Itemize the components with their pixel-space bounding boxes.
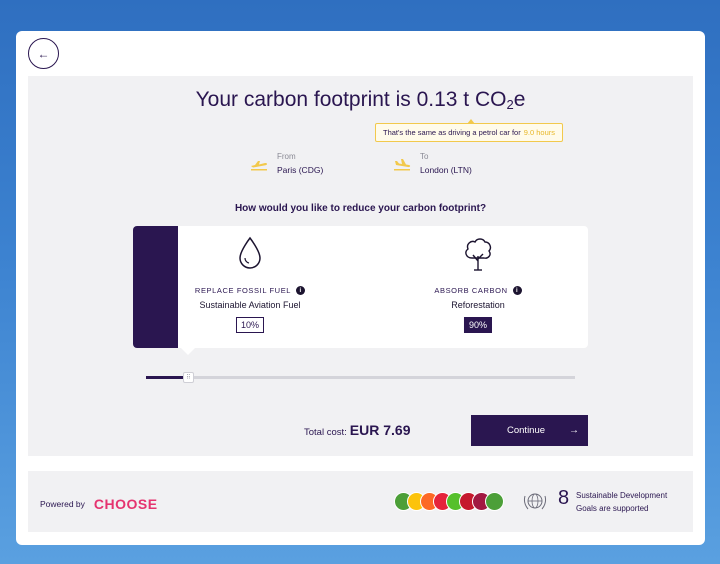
total-label: Total cost: xyxy=(304,427,347,438)
option-reforestation-kicker: ABSORB CARBON i xyxy=(388,286,568,295)
info-icon[interactable]: i xyxy=(512,286,522,295)
to-label: To xyxy=(420,152,429,161)
main-card: ← Your carbon footprint is 0.13 t CO2e T… xyxy=(16,31,705,545)
footprint-panel: Your carbon footprint is 0.13 t CO2e Tha… xyxy=(28,76,693,456)
choose-logo[interactable]: CHOOSE xyxy=(94,496,158,512)
slider-handle[interactable]: ⠿ xyxy=(183,372,194,383)
option-fuel[interactable]: REPLACE FOSSIL FUEL i Sustainable Aviati… xyxy=(160,226,340,348)
from-label: From xyxy=(277,152,296,161)
footer: Powered by CHOOSE 8 Sustainable Developm… xyxy=(28,471,693,532)
back-button[interactable]: ← xyxy=(28,38,59,69)
total-amount: EUR 7.69 xyxy=(349,422,411,438)
page-title: Your carbon footprint is 0.13 t CO2e xyxy=(195,88,526,112)
offset-options[interactable]: REPLACE FOSSIL FUEL i Sustainable Aviati… xyxy=(133,226,588,348)
continue-label: Continue xyxy=(507,425,546,436)
sdg-text: Sustainable Development Goals are suppor… xyxy=(576,491,668,513)
tooltip-highlight: 9.0 hours xyxy=(523,128,556,137)
to-value: London (LTN) xyxy=(420,165,472,175)
info-icon[interactable]: i xyxy=(296,286,306,295)
route-to: To London (LTN) xyxy=(393,152,472,175)
option-fuel-name: Sustainable Aviation Fuel xyxy=(199,300,301,310)
un-emblem-icon xyxy=(523,493,547,510)
option-reforestation-name: Reforestation xyxy=(451,300,505,310)
airplane-departure-icon xyxy=(251,161,267,171)
option-reforestation-percent: 90% xyxy=(463,317,493,333)
slider-fill xyxy=(146,376,188,379)
arrow-right-icon: → xyxy=(569,425,579,436)
sdg-goal-icon xyxy=(485,492,504,511)
slider-track[interactable] xyxy=(146,376,575,379)
continue-button[interactable]: Continue → xyxy=(471,415,588,446)
route-from: From Paris (CDG) xyxy=(250,152,323,175)
option-fuel-kicker: REPLACE FOSSIL FUEL i xyxy=(160,286,340,295)
sdg-count: 8 xyxy=(558,487,570,509)
sdg-icons xyxy=(394,492,510,511)
reduce-question: How would you like to reduce your carbon… xyxy=(234,203,487,214)
powered-by: Powered by CHOOSE xyxy=(40,496,158,512)
airplane-arrival-icon xyxy=(394,159,411,171)
option-fuel-percent: 10% xyxy=(235,317,265,333)
comparison-tooltip: That's the same as driving a petrol car … xyxy=(375,119,563,142)
arrow-left-icon: ← xyxy=(37,46,50,61)
option-reforestation[interactable]: ABSORB CARBON i Reforestation 90% xyxy=(388,226,568,348)
option-pointer xyxy=(181,348,195,355)
tree-icon xyxy=(465,238,492,271)
from-value: Paris (CDG) xyxy=(277,165,324,175)
total-cost: Total cost: EUR 7.69 xyxy=(304,422,410,438)
droplet-icon xyxy=(239,236,261,269)
